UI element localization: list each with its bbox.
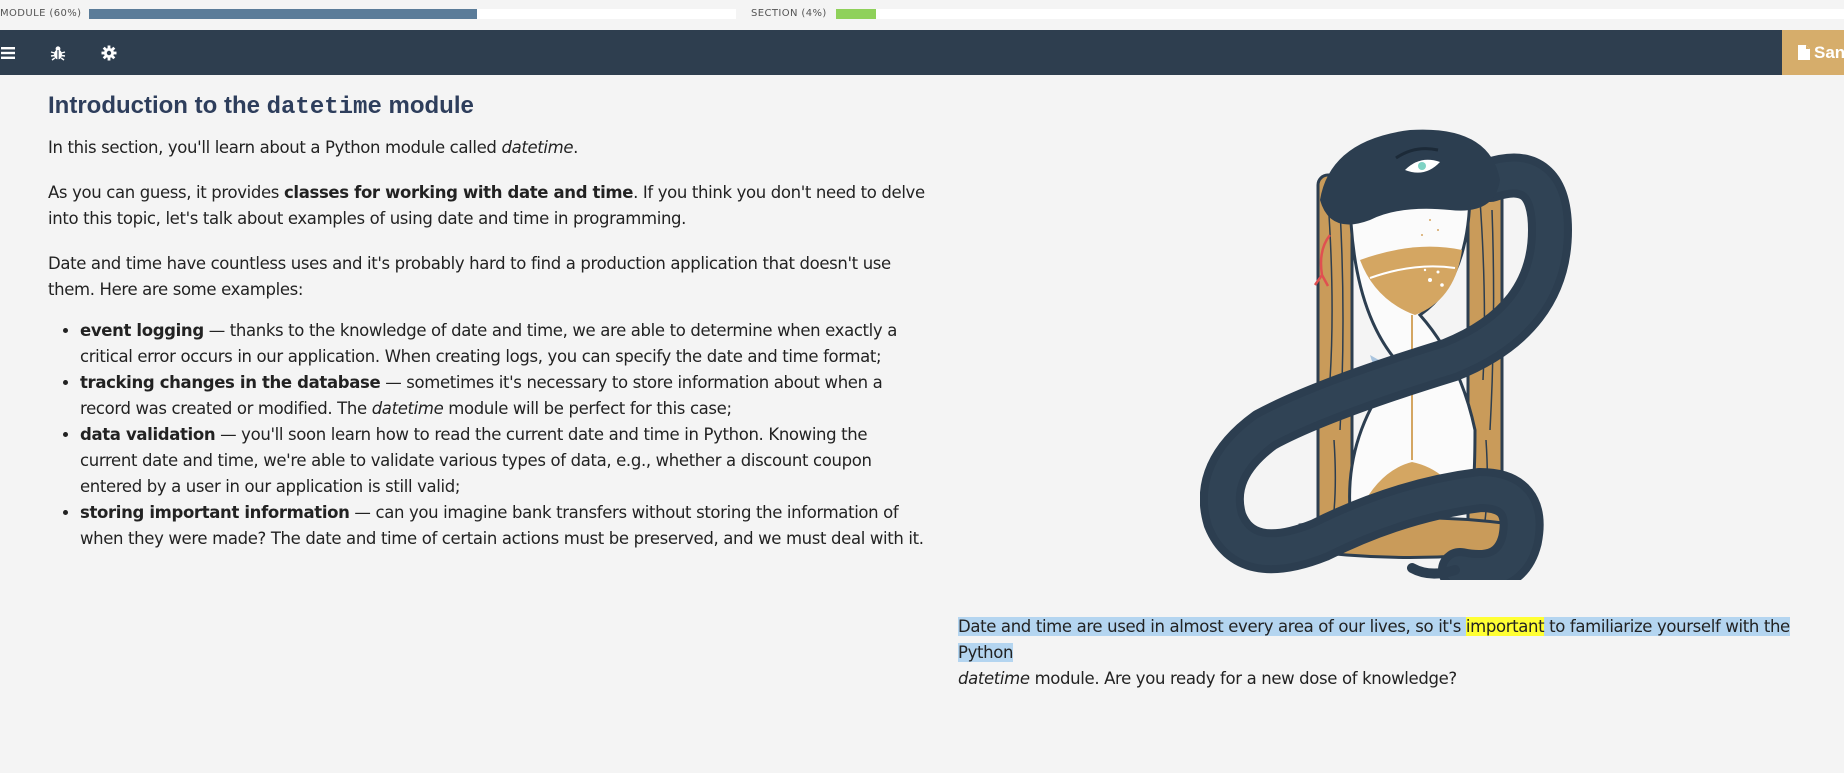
item-title: event logging <box>80 321 204 340</box>
closing-post: module. Are you ready for a new dose of … <box>1029 669 1458 688</box>
item-em: datetime <box>371 399 444 418</box>
intro-pre: In this section, you'll learn about a Py… <box>48 138 502 157</box>
list-item: event logging — thanks to the knowledge … <box>80 318 928 370</box>
uses-paragraph: Date and time have countless uses and it… <box>48 254 891 299</box>
menu-icon[interactable] <box>0 30 23 75</box>
p2-pre: As you can guess, it provides <box>48 183 284 202</box>
list-item: tracking changes in the database — somet… <box>80 370 928 422</box>
title-post: module <box>381 92 474 119</box>
highlighted-word: important <box>1465 617 1545 636</box>
item-text-post: module will be perfect for this case; <box>443 399 732 418</box>
list-item: storing important information — can you … <box>80 500 928 552</box>
bug-icon[interactable] <box>43 30 73 75</box>
closing-em: datetime <box>958 669 1030 688</box>
examples-list: event logging — thanks to the knowledge … <box>48 318 928 552</box>
list-item: data validation — you'll soon learn how … <box>80 422 928 500</box>
module-progress-bar <box>89 9 736 19</box>
gear-icon[interactable] <box>94 30 124 75</box>
module-progress-fill <box>89 9 478 19</box>
sandbox-button[interactable]: Sandbox <box>1782 30 1844 75</box>
p2-bold: classes for working with date and time <box>283 183 634 202</box>
intro-paragraph: In this section, you'll learn about a Py… <box>48 135 928 161</box>
snake <box>1199 129 1573 594</box>
title-pre: Introduction to the <box>48 92 267 119</box>
item-title: tracking changes in the database <box>80 373 381 392</box>
module-progress-label: MODULE (60%) <box>0 8 82 19</box>
selected-text: Date and time are used in almost every a… <box>958 617 1790 662</box>
snake-hourglass-illustration <box>1199 100 1580 594</box>
item-title: data validation <box>80 425 216 444</box>
intro-post: . <box>573 138 579 157</box>
item-title: storing important information <box>80 503 350 522</box>
title-code: datetime <box>266 94 382 121</box>
article-content: Introduction to the datetime module In t… <box>48 92 928 552</box>
page-title: Introduction to the datetime module <box>48 92 928 121</box>
section-progress-label: SECTION (4%) <box>751 8 827 19</box>
intro-em: datetime <box>501 138 574 157</box>
top-navbar: Sandbox <box>0 30 1844 75</box>
file-icon <box>1798 45 1810 60</box>
section-progress-fill <box>836 9 877 19</box>
closing-paragraph: Date and time are used in almost every a… <box>958 614 1798 692</box>
section-progress-bar <box>836 9 1844 19</box>
classes-paragraph: As you can guess, it provides classes fo… <box>48 180 928 232</box>
closing-pre: Date and time are used in almost every a… <box>958 617 1466 636</box>
sandbox-label: Sandbox <box>1814 42 1844 62</box>
progress-strip: MODULE (60%) SECTION (4%) <box>0 0 1844 30</box>
